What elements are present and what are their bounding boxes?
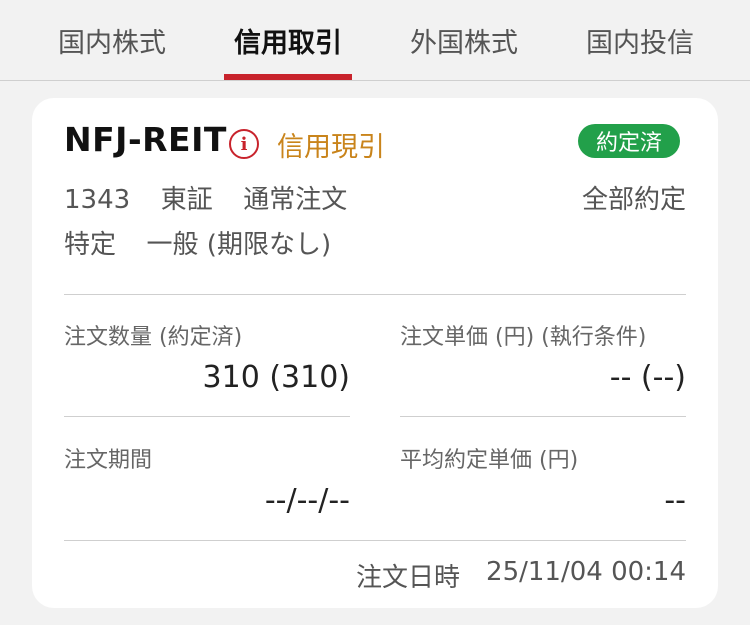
- info-circle-icon[interactable]: i: [229, 129, 259, 159]
- order-meta-line2: 特定 一般 (期限なし): [64, 224, 331, 261]
- fill-status: 全部約定: [581, 185, 686, 215]
- order-datetime-value: 25/11/04 00:14: [486, 557, 686, 587]
- avg-price-label: 平均約定単価 (円): [400, 448, 579, 473]
- divider: [64, 416, 350, 417]
- stock-name: NFJ-REIT: [64, 120, 227, 159]
- account-type: 特定: [64, 230, 117, 260]
- tab-margin-trading[interactable]: 信用取引: [210, 0, 366, 80]
- tab-domestic-funds[interactable]: 国内投信: [568, 0, 712, 80]
- order-deadline: 一般 (期限なし): [146, 230, 332, 260]
- period-value: --/--/--: [264, 483, 350, 518]
- divider: [64, 540, 686, 541]
- tab-bar: 国内株式 信用取引 外国株式 国内投信: [0, 0, 750, 81]
- stock-code: 1343: [64, 185, 131, 215]
- divider: [64, 294, 686, 295]
- order-type-label: 通常注文: [243, 185, 348, 215]
- info-glyph: i: [240, 133, 248, 155]
- order-card[interactable]: NFJ-REIT i 信用現引 約定済 1343 東証 通常注文 全部約定 特定…: [32, 98, 718, 608]
- price-label: 注文単価 (円) (執行条件): [400, 325, 647, 350]
- quantity-value: 310 (310): [202, 360, 350, 395]
- market-label: 東証: [160, 185, 213, 215]
- order-datetime-label: 注文日時: [356, 563, 461, 593]
- quantity-label: 注文数量 (約定済): [64, 325, 243, 350]
- tab-domestic-stocks[interactable]: 国内株式: [40, 0, 184, 80]
- status-badge: 約定済: [578, 124, 681, 158]
- margin-type-label: 信用現引: [277, 132, 385, 163]
- period-label: 注文期間: [64, 448, 153, 473]
- avg-price-value: --: [664, 483, 686, 518]
- order-meta-line1: 1343 東証 通常注文: [64, 179, 347, 216]
- tab-foreign-stocks[interactable]: 外国株式: [392, 0, 536, 80]
- active-tab-indicator: [224, 74, 352, 80]
- divider: [400, 416, 686, 417]
- price-value: -- (--): [609, 360, 686, 395]
